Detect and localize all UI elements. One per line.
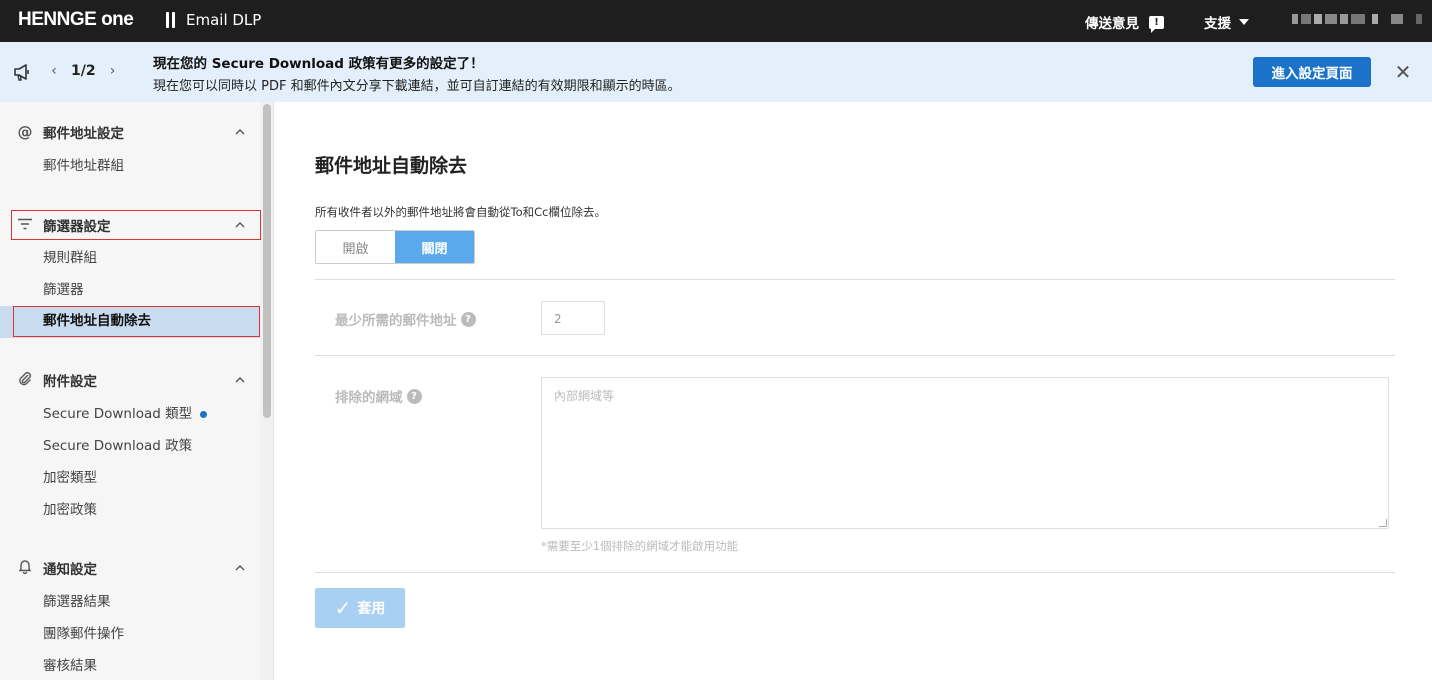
excluded-domains-textarea[interactable]: 內部網域等: [541, 377, 1389, 529]
top-bar: HENNGE one Email DLP 傳送意見 ! 支援: [0, 0, 1432, 42]
sidebar-item-filters[interactable]: 篩選器: [43, 279, 84, 301]
close-icon[interactable]: ✕: [1393, 62, 1413, 82]
support-label: 支援: [1204, 16, 1231, 32]
sidebar-section-notification[interactable]: 通知設定: [0, 554, 260, 582]
toggle-on-option[interactable]: 開啟: [316, 231, 395, 263]
paperclip-icon: [16, 370, 34, 390]
excluded-domains-note: *需要至少1個排除的網域才能啟用功能: [541, 539, 739, 553]
banner-pager: ‹ 1/2 ›: [47, 63, 120, 79]
min-addresses-input[interactable]: 2: [541, 301, 605, 335]
page-title: 郵件地址自動除去: [315, 155, 468, 177]
textarea-placeholder: 內部網域等: [554, 389, 615, 403]
divider: [315, 279, 1395, 280]
checkmark-icon: ✓: [334, 596, 352, 620]
filter-icon: [16, 216, 34, 234]
toggle-off-option[interactable]: 關閉: [395, 231, 474, 263]
section-label: 通知設定: [43, 562, 97, 578]
help-icon[interactable]: ?: [460, 311, 476, 327]
sidebar-section-filter[interactable]: 篩選器設定: [11, 210, 261, 240]
sidebar-item-address-groups[interactable]: 郵件地址群組: [43, 155, 124, 177]
go-to-settings-button[interactable]: 進入設定頁面: [1253, 57, 1371, 87]
divider: [315, 355, 1395, 356]
bell-icon: [16, 558, 34, 578]
chevron-up-icon: [235, 565, 245, 571]
sidebar-item-label: Secure Download 類型: [43, 406, 193, 422]
sidebar-item-address-auto-removal[interactable]: 郵件地址自動除去: [0, 306, 260, 338]
support-menu[interactable]: 支援: [1204, 12, 1249, 32]
divider: [315, 572, 1395, 573]
sidebar-item-encryption-policies[interactable]: 加密政策: [43, 499, 97, 521]
enable-toggle[interactable]: 開啟 關閉: [315, 230, 475, 264]
sidebar-item-team-mail-actions[interactable]: 團隊郵件操作: [43, 623, 124, 645]
chevron-up-icon: [235, 377, 245, 383]
feedback-button[interactable]: 傳送意見 !: [1085, 12, 1164, 33]
sidebar-item-encryption-types[interactable]: 加密類型: [43, 467, 97, 489]
chevron-down-icon: [1239, 19, 1249, 25]
new-indicator-dot: [200, 410, 208, 418]
section-label: 附件設定: [43, 374, 97, 390]
henngeone-logo[interactable]: HENNGE one: [18, 9, 134, 31]
sidebar-section-address[interactable]: @ 郵件地址設定: [0, 118, 260, 146]
sidebar-scrollbar[interactable]: [260, 102, 274, 680]
excluded-domains-label: 排除的網域 ?: [335, 386, 422, 406]
apply-button[interactable]: ✓ 套用: [315, 588, 405, 628]
chevron-right-icon[interactable]: ›: [106, 63, 120, 79]
help-icon[interactable]: ?: [406, 388, 422, 404]
user-menu[interactable]: [1292, 14, 1422, 24]
min-addresses-label-text: 最少所需的郵件地址: [335, 313, 457, 329]
page-description: 所有收件者以外的郵件地址將會自動從To和Cc欄位除去。: [315, 205, 606, 219]
banner-text: 現在您可以同時以 PDF 和郵件內文分享下載連結，並可自訂連結的有效期限和顯示的…: [153, 79, 681, 94]
section-label: 郵件地址設定: [43, 126, 124, 142]
sidebar-item-filter-results[interactable]: 篩選器結果: [43, 591, 111, 613]
excluded-domains-label-text: 排除的網域: [335, 390, 403, 406]
sidebar-item-secure-download-policies[interactable]: Secure Download 政策: [43, 435, 192, 457]
banner-title: 現在您的 Secure Download 政策有更多的設定了！: [153, 56, 484, 72]
sidebar-item-label: 郵件地址自動除去: [13, 306, 260, 337]
sidebar-item-secure-download-types[interactable]: Secure Download 類型: [43, 403, 208, 425]
feedback-icon: !: [1149, 15, 1164, 33]
at-icon: @: [17, 123, 33, 141]
feedback-label: 傳送意見: [1085, 16, 1139, 32]
sidebar-section-attachment[interactable]: 附件設定: [0, 366, 260, 394]
app-icon: [166, 12, 176, 28]
section-label: 篩選器設定: [43, 219, 111, 235]
resize-handle[interactable]: [1379, 519, 1387, 527]
sidebar-item-rule-groups[interactable]: 規則群組: [43, 247, 97, 269]
megaphone-icon: [14, 64, 29, 81]
min-addresses-label: 最少所需的郵件地址 ?: [335, 309, 476, 329]
apply-label: 套用: [357, 601, 386, 617]
sidebar-item-review-results[interactable]: 審核結果: [43, 655, 97, 677]
scrollbar-thumb[interactable]: [263, 104, 271, 418]
chevron-up-icon: [235, 129, 245, 135]
app-name: Email DLP: [186, 11, 262, 29]
app-title: Email DLP: [166, 11, 261, 29]
pager-count: 1/2: [71, 63, 96, 79]
chevron-up-icon: [235, 222, 245, 228]
chevron-left-icon[interactable]: ‹: [47, 63, 61, 79]
